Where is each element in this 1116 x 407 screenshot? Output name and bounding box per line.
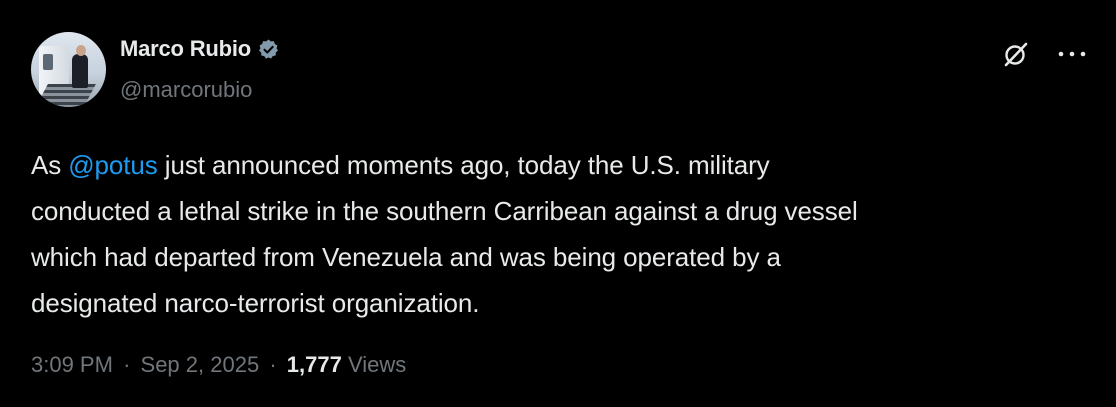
views-label: Views [347,352,407,377]
avatar-person [72,54,88,88]
tweet-time[interactable]: 3:09 PM [31,352,113,377]
meta-separator: · [123,352,131,377]
more-options-icon[interactable] [1056,40,1088,68]
mention-link[interactable]: @potus [68,150,158,180]
author-handle[interactable]: @marcorubio [120,77,252,103]
views-count: 1,777 [286,352,342,377]
avatar-person-head [76,45,86,56]
tweet-card: Marco Rubio @marcorubio As @potus just a… [0,0,1116,407]
tweet-actions-top [1002,40,1088,68]
author-display-name[interactable]: Marco Rubio [120,36,251,62]
avatar-plane-door [43,54,53,70]
tweet-text-line-4: designated narco-terrorist organization. [31,288,480,318]
author-name-row: Marco Rubio [120,36,280,62]
tweet-date[interactable]: Sep 2, 2025 [141,352,260,377]
tweet-text: As @potus just announced moments ago, to… [31,142,1091,326]
tweet-text-line-2: conducted a lethal strike in the souther… [31,196,858,226]
grok-icon[interactable] [1002,40,1030,68]
avatar[interactable] [31,32,106,107]
tweet-text-suffix: just announced moments ago, today the U.… [157,150,770,180]
tweet-text-prefix: As [31,150,69,180]
meta-separator: · [269,352,277,377]
verified-badge-icon[interactable] [257,38,280,61]
tweet-text-line-1: As @potus just announced moments ago, to… [31,142,1091,188]
tweet-meta: 3:09 PM · Sep 2, 2025 · 1,777 Views [31,352,406,378]
tweet-text-line-3: which had departed from Venezuela and wa… [31,242,781,272]
